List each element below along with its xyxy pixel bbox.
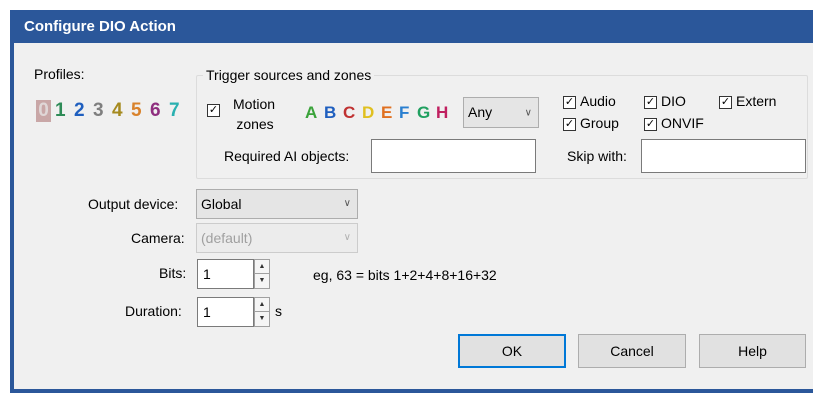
help-button[interactable]: Help: [699, 334, 806, 368]
profile-1[interactable]: 1: [55, 100, 66, 122]
zone-mode-select[interactable]: Any ∨: [463, 97, 539, 128]
zone-a[interactable]: A: [305, 104, 317, 122]
duration-spinner[interactable]: ▲ ▼: [254, 297, 270, 327]
zone-g[interactable]: G: [417, 104, 430, 122]
window-frame-bottom: [10, 389, 813, 393]
spin-up-icon[interactable]: ▲: [255, 298, 269, 312]
profile-4[interactable]: 4: [112, 100, 123, 122]
profile-5[interactable]: 5: [131, 100, 142, 122]
zone-h[interactable]: H: [436, 104, 448, 122]
zone-b[interactable]: B: [324, 104, 336, 122]
group-checkbox[interactable]: ✓: [563, 118, 576, 131]
cancel-button[interactable]: Cancel: [578, 334, 686, 368]
chevron-down-icon: ∨: [343, 198, 351, 209]
profile-2[interactable]: 2: [74, 100, 85, 122]
profile-3[interactable]: 3: [93, 100, 104, 122]
skip-with-input[interactable]: [641, 139, 806, 173]
profiles-label: Profiles:: [34, 66, 85, 82]
trigger-sources-title: Trigger sources and zones: [203, 67, 375, 83]
zone-d[interactable]: D: [362, 104, 374, 122]
camera-select: (default) ∨: [196, 223, 358, 253]
profile-0[interactable]: 0: [36, 100, 51, 122]
duration-unit: s: [275, 303, 282, 319]
duration-input[interactable]: 1: [197, 297, 254, 327]
motion-zones-label: Motion zones: [233, 96, 276, 132]
camera-label: Camera:: [131, 230, 185, 246]
spin-down-icon[interactable]: ▼: [255, 312, 269, 326]
output-device-select[interactable]: Global ∨: [196, 189, 358, 219]
bits-label: Bits:: [159, 265, 187, 281]
audio-checkbox[interactable]: ✓: [563, 96, 576, 109]
zone-e[interactable]: E: [381, 104, 392, 122]
required-ai-label: Required AI objects:: [224, 148, 350, 164]
title-bar: Configure DIO Action: [10, 10, 813, 43]
duration-label: Duration:: [125, 303, 182, 319]
zone-c[interactable]: C: [343, 104, 355, 122]
output-device-label: Output device:: [88, 196, 179, 212]
required-ai-input[interactable]: [371, 139, 536, 173]
dio-checkbox[interactable]: ✓: [644, 96, 657, 109]
bits-hint: eg, 63 = bits 1+2+4+8+16+32: [313, 267, 497, 283]
ok-button[interactable]: OK: [458, 334, 566, 368]
chevron-down-icon: ∨: [343, 232, 351, 243]
audio-label: Audio: [580, 93, 616, 109]
onvif-checkbox[interactable]: ✓: [644, 118, 657, 131]
skip-with-label: Skip with:: [567, 148, 627, 164]
spin-down-icon[interactable]: ▼: [255, 274, 269, 288]
dio-label: DIO: [661, 93, 686, 109]
onvif-label: ONVIF: [661, 115, 704, 131]
motion-zones-checkbox[interactable]: ✓: [207, 104, 220, 117]
spin-up-icon[interactable]: ▲: [255, 260, 269, 274]
bits-input[interactable]: 1: [197, 259, 254, 289]
group-label: Group: [580, 115, 619, 131]
zone-f[interactable]: F: [399, 104, 409, 122]
chevron-down-icon: ∨: [524, 107, 532, 118]
dialog-title: Configure DIO Action: [24, 18, 176, 35]
profile-6[interactable]: 6: [150, 100, 161, 122]
extern-label: Extern: [736, 93, 777, 109]
bits-spinner[interactable]: ▲ ▼: [254, 259, 270, 289]
extern-checkbox[interactable]: ✓: [719, 96, 732, 109]
profile-7[interactable]: 7: [169, 100, 180, 122]
